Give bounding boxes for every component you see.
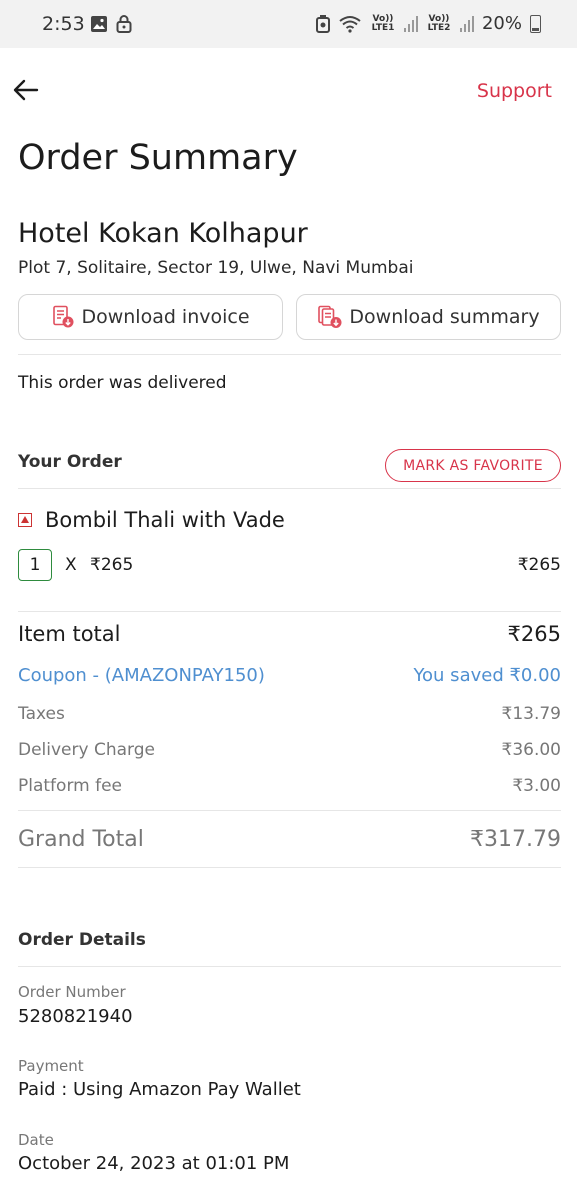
delivery-charge-row: Delivery Charge ₹36.00 [18, 740, 561, 760]
non-veg-icon [18, 513, 32, 527]
download-invoice-label: Download invoice [81, 306, 250, 328]
battery-percent: 20% [481, 13, 522, 34]
payment-value: Paid : Using Amazon Pay Wallet [18, 1079, 301, 1100]
top-bar: Support [0, 72, 577, 112]
order-details-title: Order Details [18, 930, 146, 950]
download-summary-button[interactable]: Download summary [296, 294, 561, 340]
order-number-value: 5280821940 [18, 1006, 133, 1027]
lock-icon [116, 15, 132, 33]
delivery-status: This order was delivered [18, 373, 227, 393]
gallery-icon [91, 16, 107, 32]
taxes-row: Taxes ₹13.79 [18, 704, 561, 724]
mark-as-favorite-button[interactable]: MARK AS FAVORITE [385, 449, 561, 482]
grand-total-value: ₹317.79 [470, 827, 561, 852]
item-unit-price: ₹265 [90, 555, 134, 575]
page-title: Order Summary [18, 138, 298, 178]
item-quantity: 1 [18, 549, 52, 581]
wifi-icon [339, 15, 361, 33]
payment-label: Payment [18, 1057, 84, 1075]
grand-total-label: Grand Total [18, 827, 144, 852]
date-value: October 24, 2023 at 01:01 PM [18, 1153, 290, 1174]
invoice-icon [53, 305, 74, 328]
coupon-savings: You saved ₹0.00 [413, 665, 561, 686]
item-total-value: ₹265 [507, 622, 561, 646]
taxes-value: ₹13.79 [501, 704, 561, 724]
summary-icon [318, 305, 342, 328]
taxes-label: Taxes [18, 704, 65, 724]
divider [18, 611, 561, 612]
divider [18, 488, 561, 489]
signal-icon [403, 15, 418, 32]
arrow-left-icon[interactable] [12, 76, 40, 104]
your-order-title: Your Order [18, 452, 122, 472]
grand-total-row: Grand Total ₹317.79 [18, 827, 561, 852]
delivery-charge-label: Delivery Charge [18, 740, 155, 760]
order-number-label: Order Number [18, 983, 126, 1001]
status-bar: 2:53 Vo)) LTE1 Vo)) LTE2 20% [0, 0, 577, 48]
divider [18, 966, 561, 967]
support-link[interactable]: Support [477, 80, 552, 102]
coupon-row: Coupon - (AMAZONPAY150) You saved ₹0.00 [18, 665, 561, 686]
item-line-total: ₹265 [517, 555, 561, 575]
platform-fee-value: ₹3.00 [512, 776, 561, 796]
download-invoice-button[interactable]: Download invoice [18, 294, 283, 340]
divider [18, 354, 561, 355]
battery-icon [530, 14, 541, 33]
platform-fee-row: Platform fee ₹3.00 [18, 776, 561, 796]
status-time: 2:53 [42, 13, 85, 35]
item-name: Bombil Thali with Vade [45, 508, 285, 532]
sim1-label: Vo)) LTE1 [371, 13, 395, 33]
data-saver-icon [315, 14, 330, 33]
sim2-label: Vo)) LTE2 [427, 13, 451, 33]
delivery-charge-value: ₹36.00 [501, 740, 561, 760]
signal-icon [459, 15, 474, 32]
download-summary-label: Download summary [349, 306, 540, 328]
restaurant-address: Plot 7, Solitaire, Sector 19, Ulwe, Navi… [18, 258, 414, 278]
date-label: Date [18, 1131, 54, 1149]
coupon-label: Coupon - (AMAZONPAY150) [18, 665, 265, 686]
divider [18, 867, 561, 868]
item-total-row: Item total ₹265 [18, 622, 561, 646]
multiply-sign: X [65, 555, 77, 575]
platform-fee-label: Platform fee [18, 776, 123, 796]
restaurant-name: Hotel Kokan Kolhapur [18, 218, 308, 249]
divider [18, 810, 561, 811]
item-total-label: Item total [18, 622, 121, 646]
